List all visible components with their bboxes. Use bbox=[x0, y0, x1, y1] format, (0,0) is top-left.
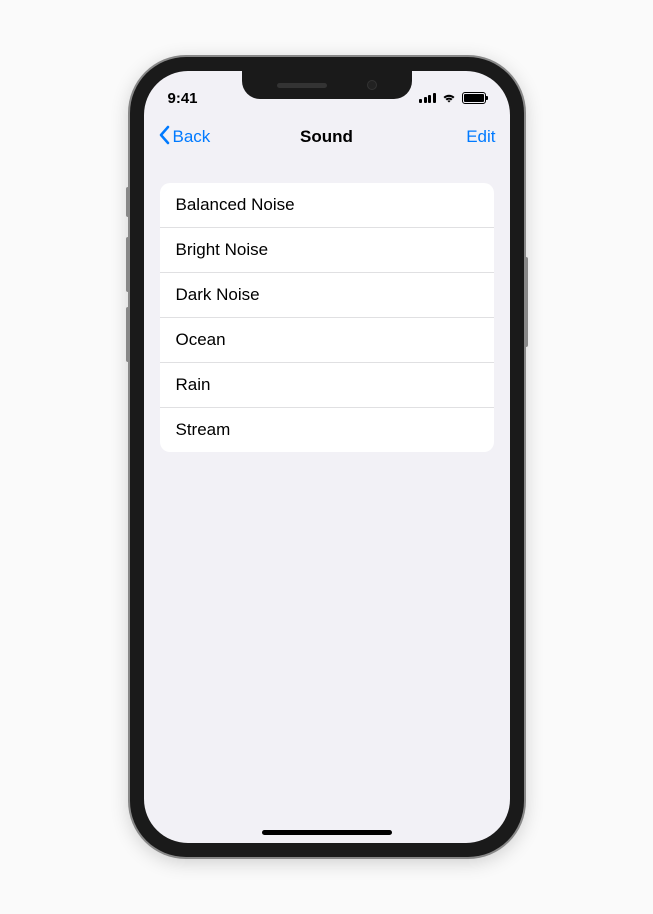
silence-switch bbox=[126, 187, 130, 217]
list-item[interactable]: Bright Noise bbox=[160, 228, 494, 273]
volume-down-button bbox=[126, 307, 130, 362]
navigation-bar: Back Sound Edit bbox=[144, 115, 510, 159]
edit-button[interactable]: Edit bbox=[425, 127, 495, 147]
page-title: Sound bbox=[300, 127, 353, 147]
sound-label: Dark Noise bbox=[176, 285, 260, 304]
status-time: 9:41 bbox=[168, 90, 228, 107]
sound-label: Ocean bbox=[176, 330, 226, 349]
sound-label: Stream bbox=[176, 420, 231, 439]
content-area: Balanced Noise Bright Noise Dark Noise O… bbox=[144, 159, 510, 476]
back-button[interactable]: Back bbox=[158, 125, 228, 150]
list-item[interactable]: Ocean bbox=[160, 318, 494, 363]
speaker bbox=[277, 83, 327, 88]
front-camera bbox=[367, 80, 377, 90]
list-item[interactable]: Rain bbox=[160, 363, 494, 408]
volume-up-button bbox=[126, 237, 130, 292]
sound-label: Rain bbox=[176, 375, 211, 394]
notch bbox=[242, 71, 412, 99]
sound-label: Balanced Noise bbox=[176, 195, 295, 214]
phone-screen: 9:41 bbox=[144, 71, 510, 843]
status-indicators bbox=[406, 92, 486, 104]
home-indicator[interactable] bbox=[262, 830, 392, 835]
list-item[interactable]: Balanced Noise bbox=[160, 183, 494, 228]
battery-icon bbox=[462, 92, 486, 104]
sound-label: Bright Noise bbox=[176, 240, 269, 259]
chevron-left-icon bbox=[158, 125, 170, 150]
back-label: Back bbox=[173, 127, 211, 147]
list-item[interactable]: Dark Noise bbox=[160, 273, 494, 318]
list-item[interactable]: Stream bbox=[160, 408, 494, 452]
sound-list: Balanced Noise Bright Noise Dark Noise O… bbox=[160, 183, 494, 452]
power-button bbox=[524, 257, 528, 347]
cellular-signal-icon bbox=[419, 93, 436, 103]
phone-device-frame: 9:41 bbox=[130, 57, 524, 857]
wifi-icon bbox=[441, 92, 457, 104]
